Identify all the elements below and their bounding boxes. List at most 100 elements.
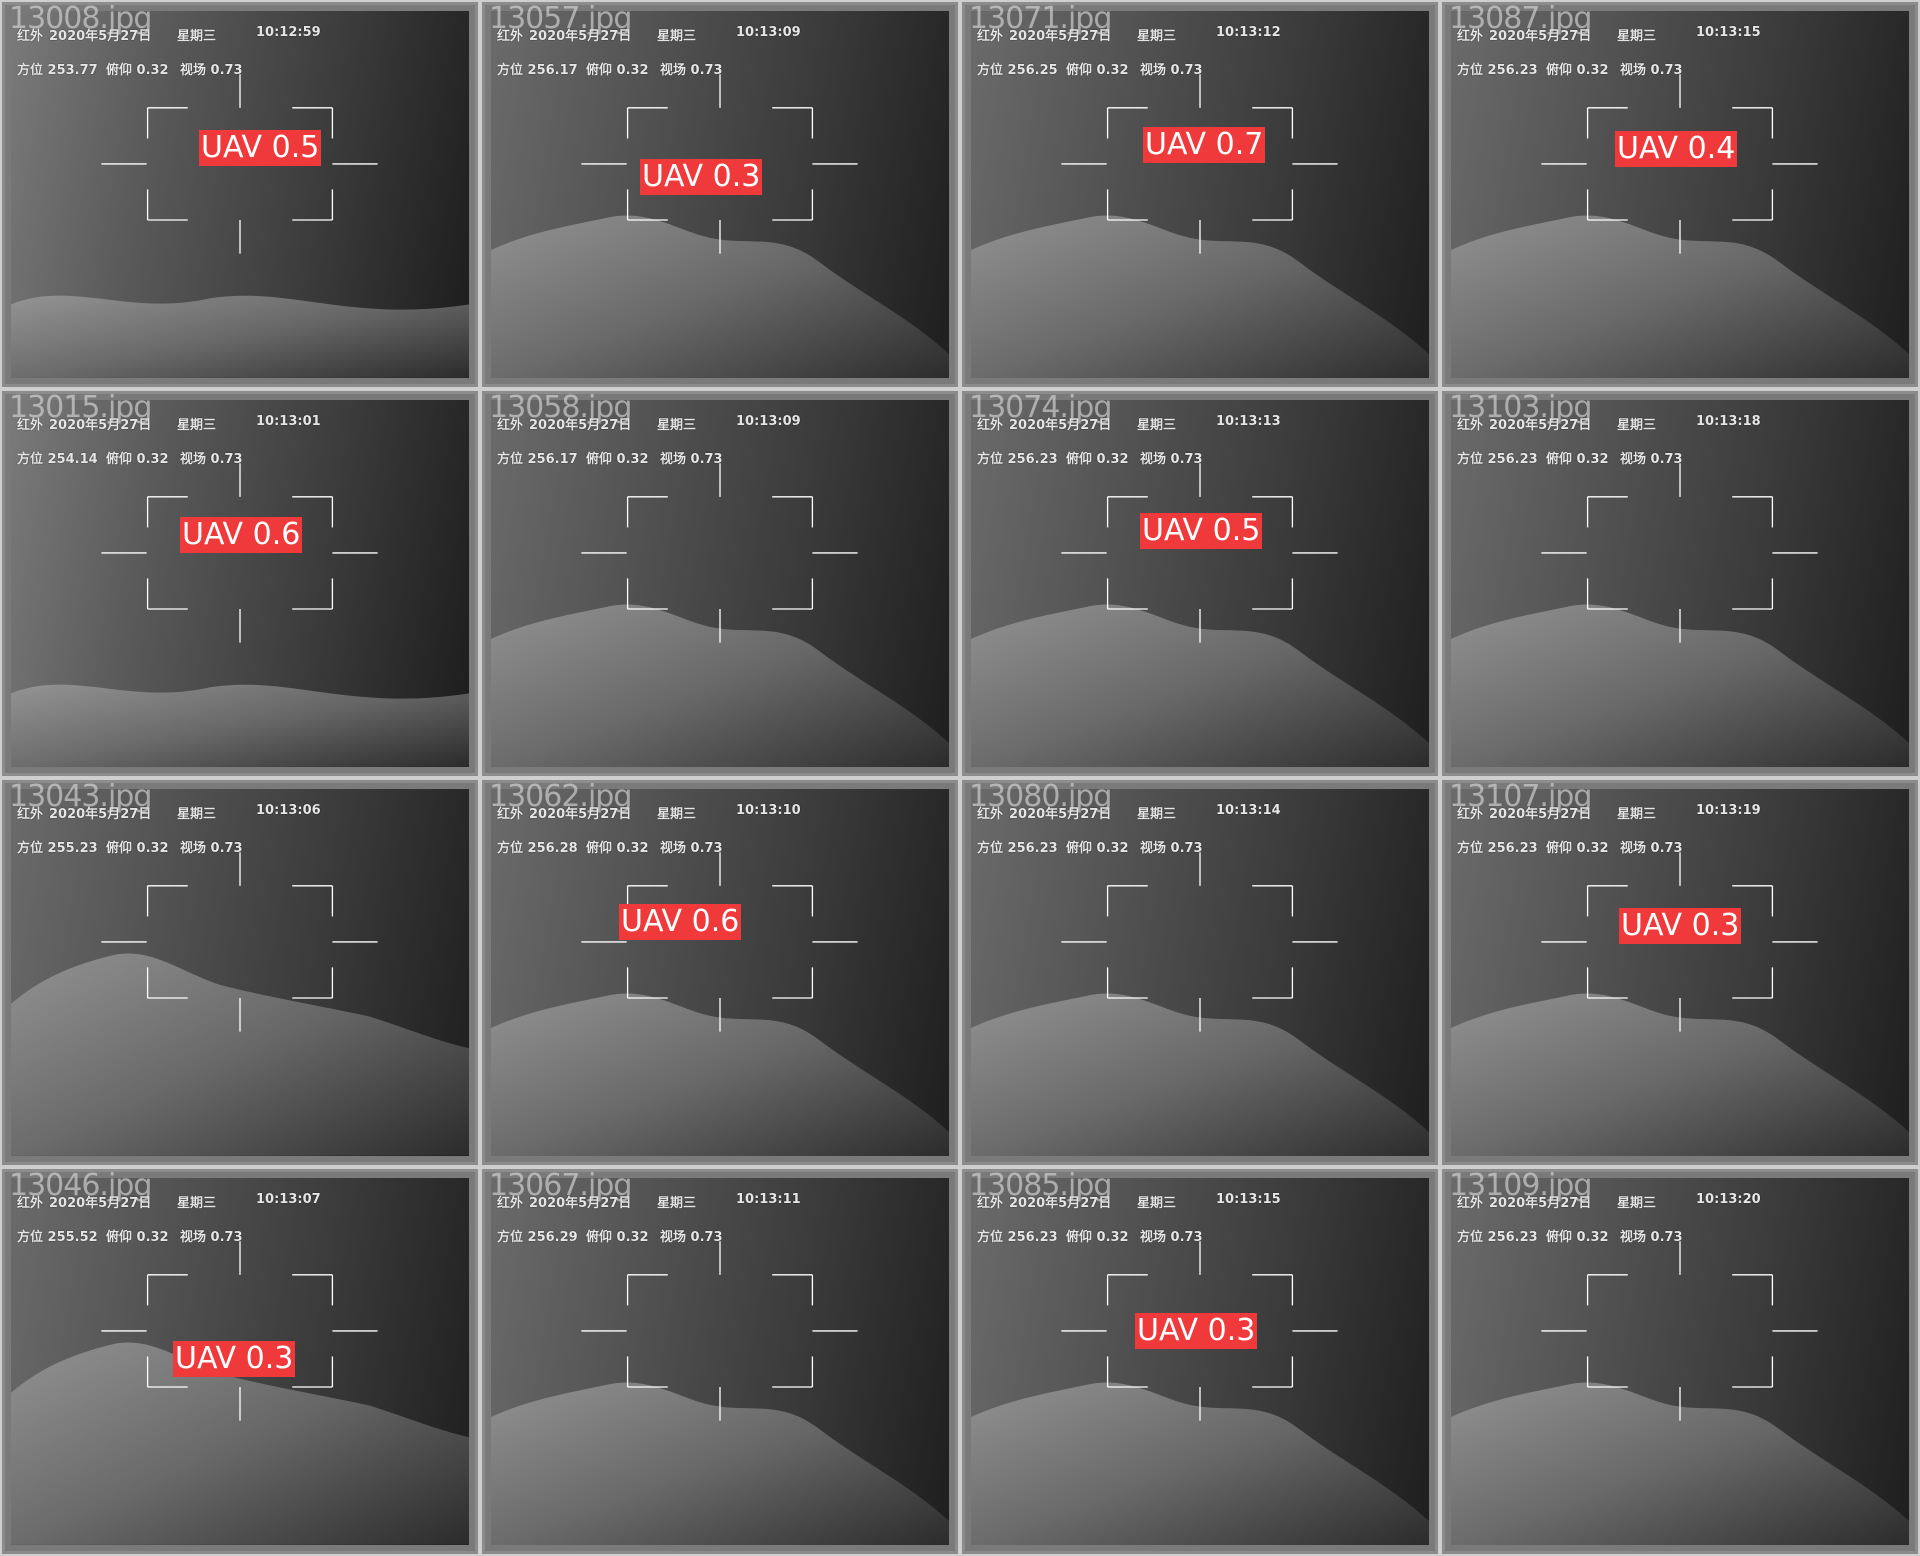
detection-label: UAV 0.5 <box>1140 513 1263 549</box>
osd-pitch: 俯仰 0.32 <box>106 452 169 467</box>
infrared-frame: 红外 2020年5月27日 星期三 10:13:11 方位 256.29 俯仰 0.32 视… <box>491 1178 949 1545</box>
osd-time: 10:12:59 <box>256 25 321 40</box>
osd-azimuth: 方位 254.14 <box>17 452 98 467</box>
filename-label: 13043.jpg <box>9 780 152 814</box>
image-tile: 红外 2020年5月27日 星期三 10:13:20 方位 256.23 俯仰 0.32 视… <box>1442 1169 1918 1554</box>
image-tile: 红外 2020年5月27日 星期三 10:13:14 方位 256.23 俯仰 0.32 视… <box>962 780 1438 1165</box>
osd-azimuth: 方位 256.23 <box>977 452 1058 467</box>
osd-weekday: 星期三 <box>657 1196 697 1211</box>
filename-label: 13057.jpg <box>489 2 632 36</box>
detection-label: UAV 0.3 <box>1619 908 1742 944</box>
image-tile: 红外 2020年5月27日 星期三 10:13:07 方位 255.52 俯仰 0.32 视… <box>2 1169 478 1554</box>
osd-weekday: 星期三 <box>177 29 217 44</box>
infrared-frame: 红外 2020年5月27日 星期三 10:13:06 方位 255.23 俯仰 0.32 视… <box>11 789 469 1156</box>
osd-time: 10:13:12 <box>1216 25 1281 40</box>
detection-label: UAV 0.5 <box>199 130 322 166</box>
filename-label: 13008.jpg <box>9 2 152 36</box>
infrared-frame: 红外 2020年5月27日 星期三 10:13:10 方位 256.28 俯仰 0.32 视… <box>491 789 949 1156</box>
image-tile: 红外 2020年5月27日 星期三 10:13:19 方位 256.23 俯仰 0.32 视… <box>1442 780 1918 1165</box>
osd-fov: 视场 0.73 <box>1620 1230 1683 1245</box>
osd-weekday: 星期三 <box>1617 418 1657 433</box>
filename-label: 13015.jpg <box>9 391 152 425</box>
filename-label: 13067.jpg <box>489 1169 632 1203</box>
osd-azimuth: 方位 253.77 <box>17 63 98 78</box>
osd-pitch: 俯仰 0.32 <box>1066 452 1129 467</box>
osd-time: 10:13:15 <box>1696 25 1761 40</box>
filename-label: 13080.jpg <box>969 780 1112 814</box>
osd-weekday: 星期三 <box>657 29 697 44</box>
osd-weekday: 星期三 <box>177 807 217 822</box>
osd-fov: 视场 0.73 <box>660 63 723 78</box>
osd-time: 10:13:09 <box>736 414 801 429</box>
filename-label: 13103.jpg <box>1449 391 1592 425</box>
infrared-frame: 红外 2020年5月27日 星期三 10:13:13 方位 256.23 俯仰 0.32 视… <box>971 400 1429 767</box>
osd-weekday: 星期三 <box>1617 807 1657 822</box>
osd-pitch: 俯仰 0.32 <box>1546 1230 1609 1245</box>
image-tile: 红外 2020年5月27日 星期三 10:12:59 方位 253.77 俯仰 0.32 视… <box>2 2 478 387</box>
osd-weekday: 星期三 <box>1617 29 1657 44</box>
osd-pitch: 俯仰 0.32 <box>1546 63 1609 78</box>
osd-azimuth: 方位 256.23 <box>977 1230 1058 1245</box>
osd-pitch: 俯仰 0.32 <box>1066 63 1129 78</box>
filename-label: 13085.jpg <box>969 1169 1112 1203</box>
infrared-frame: 红外 2020年5月27日 星期三 10:13:15 方位 256.23 俯仰 0.32 视… <box>971 1178 1429 1545</box>
osd-azimuth: 方位 256.17 <box>497 452 578 467</box>
osd-pitch: 俯仰 0.32 <box>1546 841 1609 856</box>
detection-label: UAV 0.3 <box>173 1341 296 1377</box>
detection-label: UAV 0.3 <box>1135 1313 1258 1349</box>
osd-time: 10:13:18 <box>1696 414 1761 429</box>
osd-weekday: 星期三 <box>1137 29 1177 44</box>
image-tile: 红外 2020年5月27日 星期三 10:13:10 方位 256.28 俯仰 0.32 视… <box>482 780 958 1165</box>
filename-label: 13074.jpg <box>969 391 1112 425</box>
osd-azimuth: 方位 256.23 <box>1457 452 1538 467</box>
infrared-frame: 红外 2020年5月27日 星期三 10:13:20 方位 256.23 俯仰 0.32 视… <box>1451 1178 1909 1545</box>
filename-label: 13058.jpg <box>489 391 632 425</box>
detection-label: UAV 0.7 <box>1143 127 1266 163</box>
infrared-frame: 红外 2020年5月27日 星期三 10:13:01 方位 254.14 俯仰 0.32 视… <box>11 400 469 767</box>
osd-fov: 视场 0.73 <box>1620 63 1683 78</box>
image-tile: 红外 2020年5月27日 星期三 10:13:12 方位 256.25 俯仰 0.32 视… <box>962 2 1438 387</box>
osd-time: 10:13:09 <box>736 25 801 40</box>
osd-pitch: 俯仰 0.32 <box>1066 841 1129 856</box>
detection-label: UAV 0.6 <box>619 904 742 940</box>
infrared-frame: 红外 2020年5月27日 星期三 10:13:19 方位 256.23 俯仰 0.32 视… <box>1451 789 1909 1156</box>
osd-azimuth: 方位 256.25 <box>977 63 1058 78</box>
osd-time: 10:13:15 <box>1216 1192 1281 1207</box>
osd-time: 10:13:07 <box>256 1192 321 1207</box>
image-tile: 红外 2020年5月27日 星期三 10:13:01 方位 254.14 俯仰 0.32 视… <box>2 391 478 776</box>
detection-results-grid: 红外 2020年5月27日 星期三 10:12:59 方位 253.77 俯仰 0.32 视… <box>0 0 1920 1556</box>
osd-fov: 视场 0.73 <box>1140 1230 1203 1245</box>
image-tile: 红外 2020年5月27日 星期三 10:13:15 方位 256.23 俯仰 0.32 视… <box>962 1169 1438 1554</box>
osd-fov: 视场 0.73 <box>1140 841 1203 856</box>
osd-fov: 视场 0.73 <box>1140 452 1203 467</box>
osd-pitch: 俯仰 0.32 <box>106 841 169 856</box>
osd-time: 10:13:11 <box>736 1192 801 1207</box>
filename-label: 13062.jpg <box>489 780 632 814</box>
osd-time: 10:13:01 <box>256 414 321 429</box>
osd-time: 10:13:10 <box>736 803 801 818</box>
filename-label: 13107.jpg <box>1449 780 1592 814</box>
filename-label: 13046.jpg <box>9 1169 152 1203</box>
osd-pitch: 俯仰 0.32 <box>586 452 649 467</box>
filename-label: 13109.jpg <box>1449 1169 1592 1203</box>
osd-pitch: 俯仰 0.32 <box>106 63 169 78</box>
osd-fov: 视场 0.73 <box>1140 63 1203 78</box>
osd-pitch: 俯仰 0.32 <box>106 1230 169 1245</box>
osd-time: 10:13:20 <box>1696 1192 1761 1207</box>
osd-fov: 视场 0.73 <box>180 1230 243 1245</box>
osd-azimuth: 方位 255.23 <box>17 841 98 856</box>
osd-weekday: 星期三 <box>1137 1196 1177 1211</box>
image-tile: 红外 2020年5月27日 星期三 10:13:18 方位 256.23 俯仰 0.32 视… <box>1442 391 1918 776</box>
infrared-frame: 红外 2020年5月27日 星期三 10:13:09 方位 256.17 俯仰 0.32 视… <box>491 400 949 767</box>
osd-weekday: 星期三 <box>177 1196 217 1211</box>
osd-pitch: 俯仰 0.32 <box>1546 452 1609 467</box>
osd-azimuth: 方位 256.23 <box>1457 63 1538 78</box>
osd-fov: 视场 0.73 <box>1620 841 1683 856</box>
osd-weekday: 星期三 <box>657 418 697 433</box>
osd-time: 10:13:13 <box>1216 414 1281 429</box>
infrared-frame: 红外 2020年5月27日 星期三 10:13:12 方位 256.25 俯仰 0.32 视… <box>971 11 1429 378</box>
filename-label: 13087.jpg <box>1449 2 1592 36</box>
osd-weekday: 星期三 <box>1137 807 1177 822</box>
image-tile: 红外 2020年5月27日 星期三 10:13:09 方位 256.17 俯仰 0.32 视… <box>482 391 958 776</box>
image-tile: 红外 2020年5月27日 星期三 10:13:06 方位 255.23 俯仰 0.32 视… <box>2 780 478 1165</box>
